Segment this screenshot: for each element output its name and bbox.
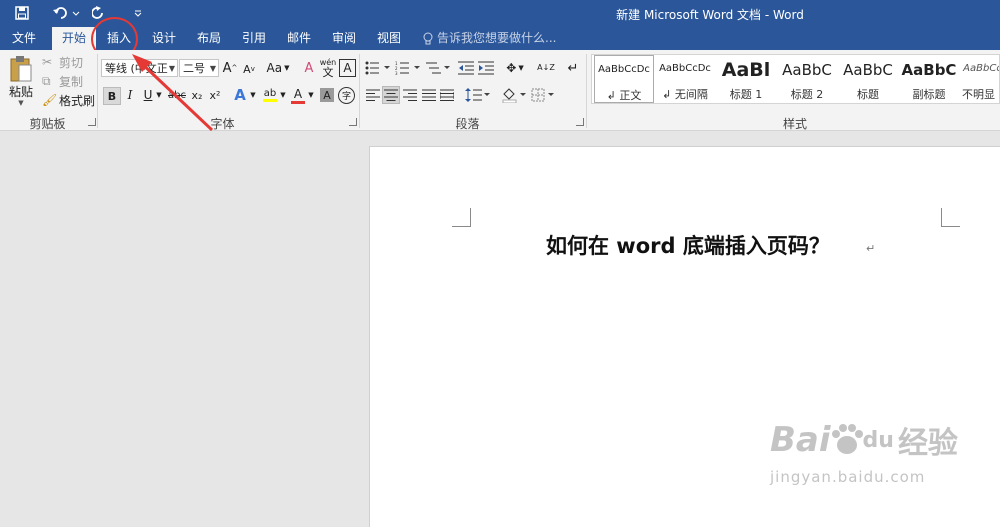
annotation-arrow [132, 54, 214, 132]
